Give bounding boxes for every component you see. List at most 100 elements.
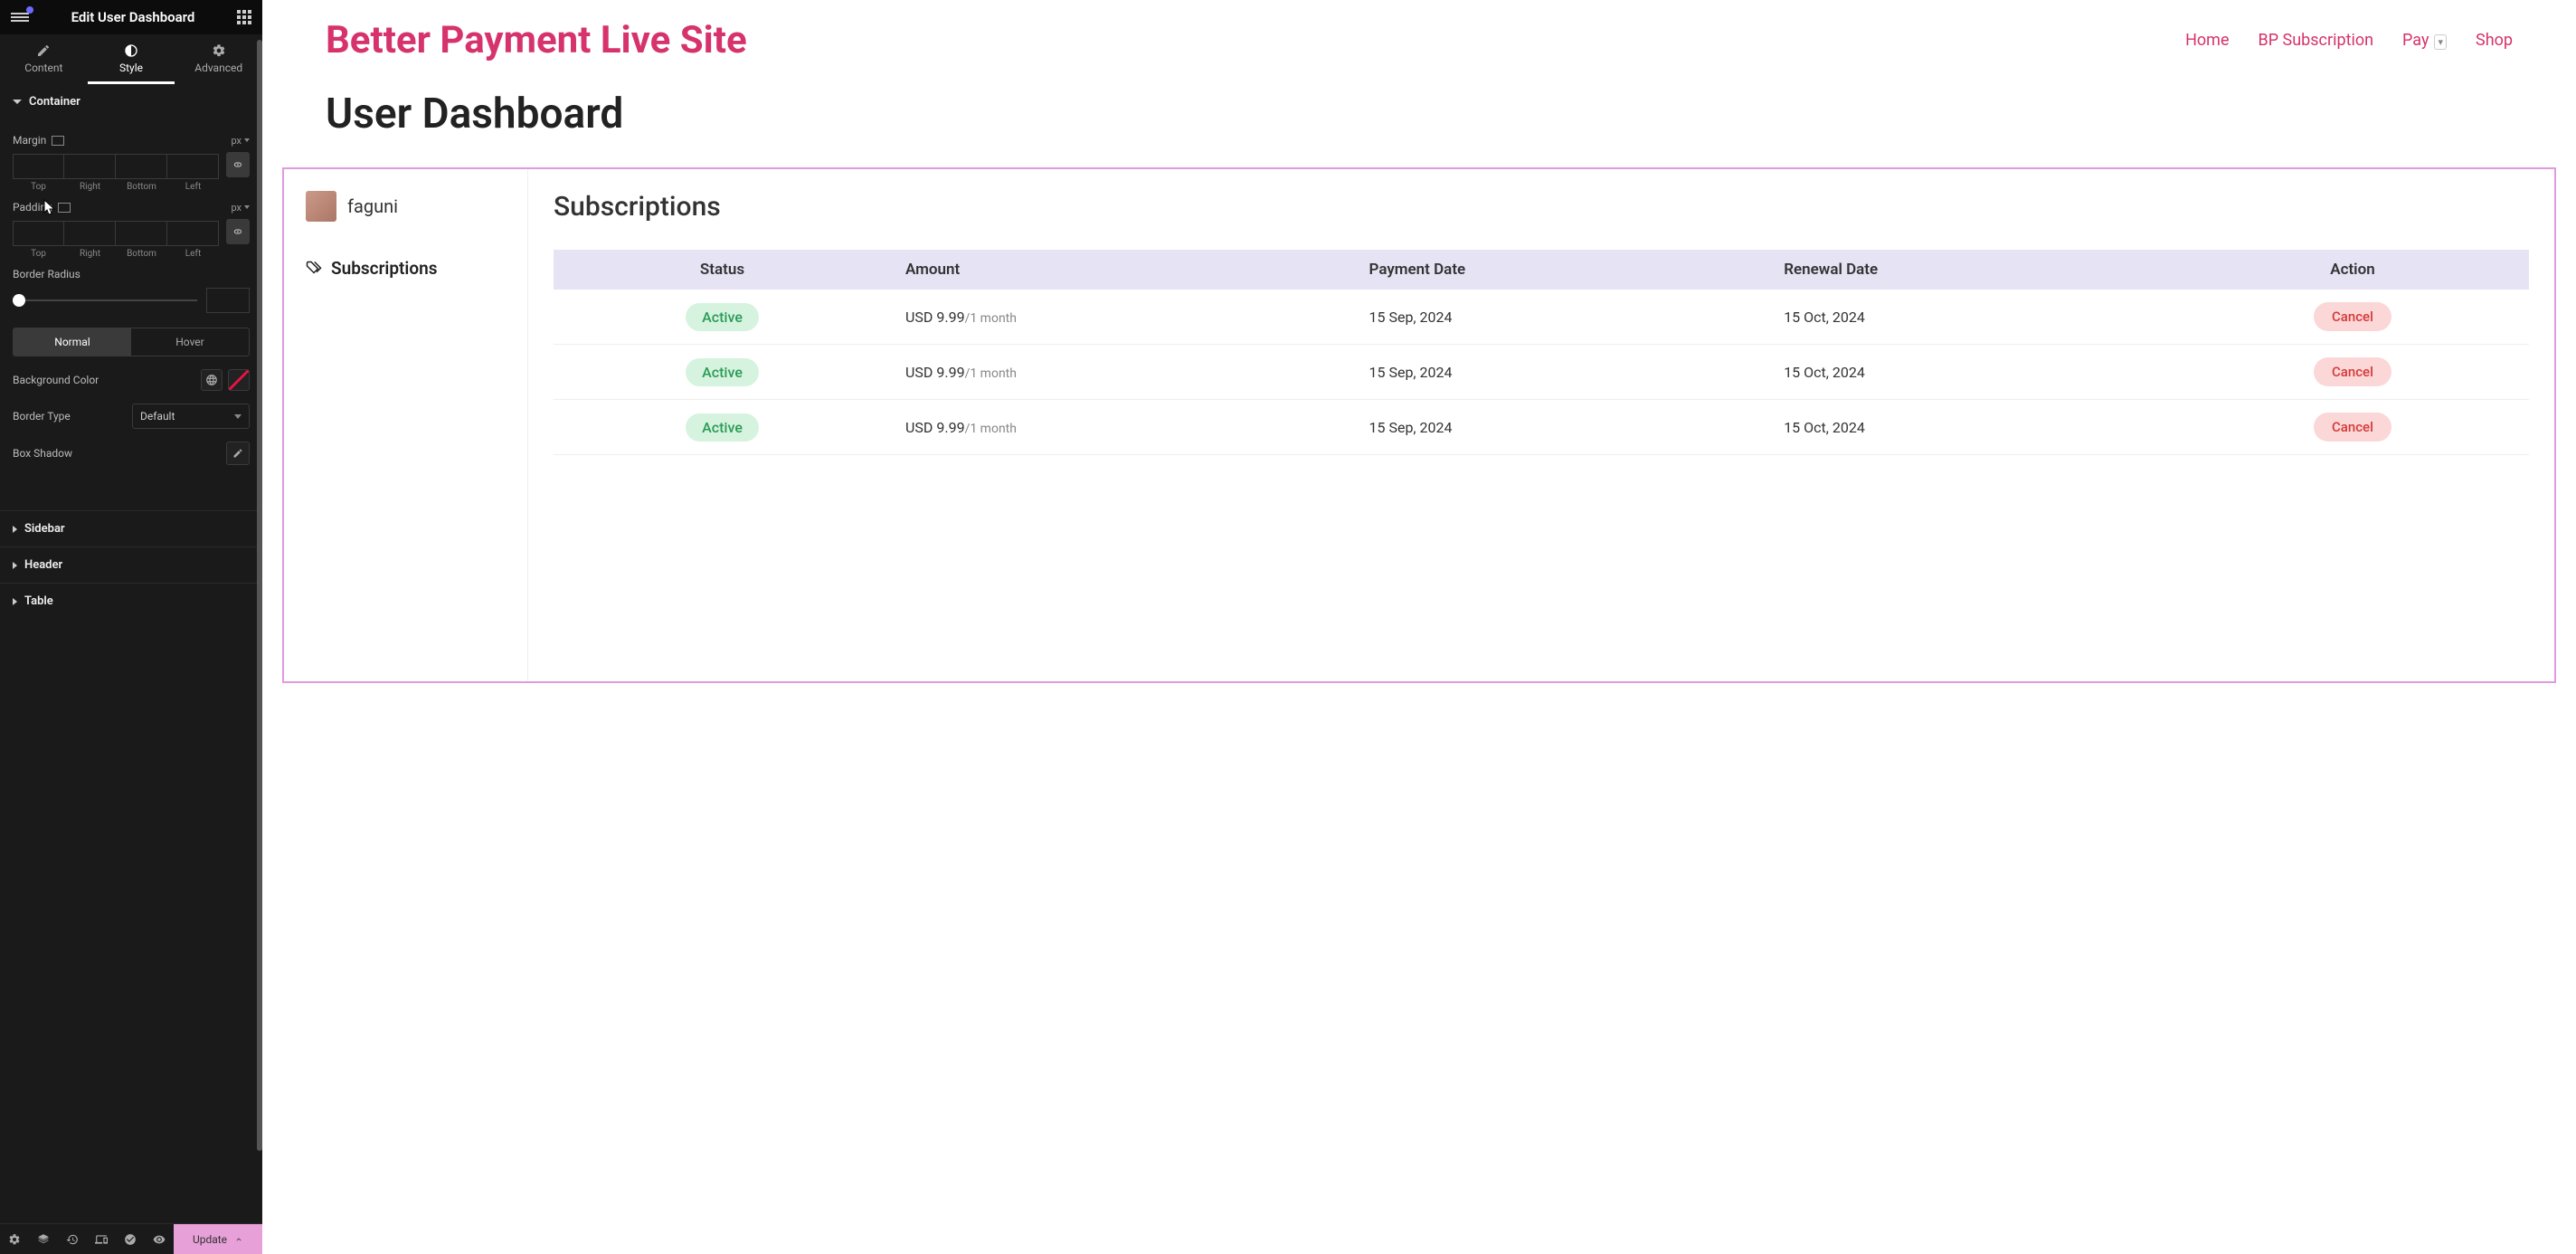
border-radius-row: Border Radius: [13, 268, 250, 280]
padding-label: Padding: [13, 201, 71, 214]
margin-bottom-input[interactable]: [116, 154, 167, 179]
section-header[interactable]: Header: [0, 546, 262, 583]
table-row: ActiveUSD 9.99/1 month15 Sep, 202415 Oct…: [554, 345, 2529, 400]
margin-right-input[interactable]: [64, 154, 116, 179]
preview-button[interactable]: [145, 1233, 174, 1246]
cell-payment-date: 15 Sep, 2024: [1355, 290, 1770, 345]
subscriptions-table: Status Amount Payment Date Renewal Date …: [554, 250, 2529, 455]
margin-label: Margin: [13, 134, 64, 147]
container-controls: Margin px TopRightBottomLeft Padding px: [0, 119, 262, 483]
cell-renewal-date: 15 Oct, 2024: [1769, 400, 2176, 455]
username: faguni: [347, 195, 398, 217]
cancel-button[interactable]: Cancel: [2314, 357, 2391, 386]
bg-color-label: Background Color: [13, 374, 99, 386]
devices-icon: [95, 1233, 108, 1246]
sidebar-item-subscriptions[interactable]: Subscriptions: [306, 258, 506, 279]
responsive-button[interactable]: [87, 1233, 116, 1246]
checkmark-circle-icon: [124, 1233, 137, 1246]
bg-color-row: Background Color: [13, 369, 250, 391]
padding-right-input[interactable]: [64, 221, 116, 246]
padding-top-input[interactable]: [13, 221, 64, 246]
border-type-select[interactable]: Default: [132, 404, 250, 429]
eye-icon: [153, 1233, 166, 1246]
panel-header: Edit User Dashboard: [0, 0, 262, 34]
color-picker-button[interactable]: [228, 369, 250, 391]
padding-left-input[interactable]: [167, 221, 219, 246]
box-shadow-edit-button[interactable]: [226, 442, 250, 465]
chevron-up-icon: [234, 1235, 243, 1244]
margin-top-input[interactable]: [13, 154, 64, 179]
section-container[interactable]: Container: [0, 84, 262, 119]
contrast-icon: [124, 43, 138, 58]
state-toggle: Normal Hover: [13, 328, 250, 356]
cancel-button[interactable]: Cancel: [2314, 413, 2391, 442]
slider-knob[interactable]: [13, 294, 25, 307]
site-brand[interactable]: Better Payment Live Site: [326, 18, 747, 62]
tag-icon: [306, 261, 322, 277]
margin-unit[interactable]: px: [231, 135, 250, 147]
margin-inputs: [13, 154, 219, 179]
status-badge: Active: [686, 303, 759, 331]
pencil-icon: [36, 43, 51, 58]
th-status: Status: [554, 250, 891, 290]
status-badge: Active: [686, 413, 759, 442]
responsive-icon[interactable]: [58, 203, 71, 213]
state-hover[interactable]: Hover: [131, 328, 249, 356]
apps-icon[interactable]: [237, 10, 251, 24]
border-radius-slider[interactable]: [13, 299, 197, 301]
responsive-icon[interactable]: [52, 136, 64, 146]
state-normal[interactable]: Normal: [14, 328, 131, 356]
cell-renewal-date: 15 Oct, 2024: [1769, 290, 2176, 345]
margin-sublabels: TopRightBottomLeft: [13, 182, 250, 192]
global-color-button[interactable]: [201, 369, 223, 391]
border-radius-label: Border Radius: [13, 268, 80, 280]
border-radius-input[interactable]: [206, 288, 250, 313]
history-button[interactable]: [58, 1233, 87, 1246]
padding-link-button[interactable]: [226, 219, 250, 244]
th-amount: Amount: [891, 250, 1354, 290]
gear-icon: [212, 43, 226, 58]
panel-footer: Update: [0, 1223, 262, 1254]
nav-pay[interactable]: Pay: [2402, 31, 2447, 50]
avatar: [306, 191, 336, 222]
update-button[interactable]: Update: [174, 1224, 262, 1254]
menu-icon[interactable]: [11, 11, 29, 24]
nav-shop[interactable]: Shop: [2476, 31, 2513, 50]
panel-tabs: Content Style Advanced: [0, 34, 262, 84]
settings-button[interactable]: [0, 1233, 29, 1246]
layers-icon: [37, 1233, 50, 1246]
history-icon: [66, 1233, 79, 1246]
cell-payment-date: 15 Sep, 2024: [1355, 345, 1770, 400]
nav-home[interactable]: Home: [2185, 31, 2229, 50]
cancel-button[interactable]: Cancel: [2314, 302, 2391, 331]
th-renewal-date: Renewal Date: [1769, 250, 2176, 290]
th-payment-date: Payment Date: [1355, 250, 1770, 290]
padding-unit[interactable]: px: [231, 202, 250, 214]
section-sidebar[interactable]: Sidebar: [0, 510, 262, 546]
navigator-button[interactable]: [29, 1233, 58, 1246]
table-row: ActiveUSD 9.99/1 month15 Sep, 202415 Oct…: [554, 290, 2529, 345]
section-table[interactable]: Table: [0, 583, 262, 619]
border-type-label: Border Type: [13, 410, 71, 423]
tab-advanced[interactable]: Advanced: [175, 34, 262, 84]
site-nav: Home BP Subscription Pay Shop: [2185, 31, 2513, 50]
padding-inputs: [13, 221, 219, 246]
status-badge: Active: [686, 358, 759, 386]
preview-area: Better Payment Live Site Home BP Subscri…: [262, 0, 2576, 1254]
widget-title: Subscriptions: [554, 191, 2529, 223]
padding-bottom-input[interactable]: [116, 221, 167, 246]
box-shadow-label: Box Shadow: [13, 447, 72, 460]
tab-content[interactable]: Content: [0, 34, 88, 84]
margin-left-input[interactable]: [167, 154, 219, 179]
padding-sublabels: TopRightBottomLeft: [13, 249, 250, 259]
border-type-row: Border Type Default: [13, 404, 250, 429]
margin-row: Margin px: [13, 134, 250, 147]
th-action: Action: [2176, 250, 2529, 290]
margin-link-button[interactable]: [226, 152, 250, 177]
nav-bp-subscription[interactable]: BP Subscription: [2259, 31, 2374, 50]
tab-style[interactable]: Style: [88, 34, 175, 84]
border-radius-slider-row: [13, 288, 250, 313]
preview-changes-button[interactable]: [116, 1233, 145, 1246]
gear-icon: [8, 1233, 21, 1246]
page-title: User Dashboard: [262, 81, 2576, 157]
